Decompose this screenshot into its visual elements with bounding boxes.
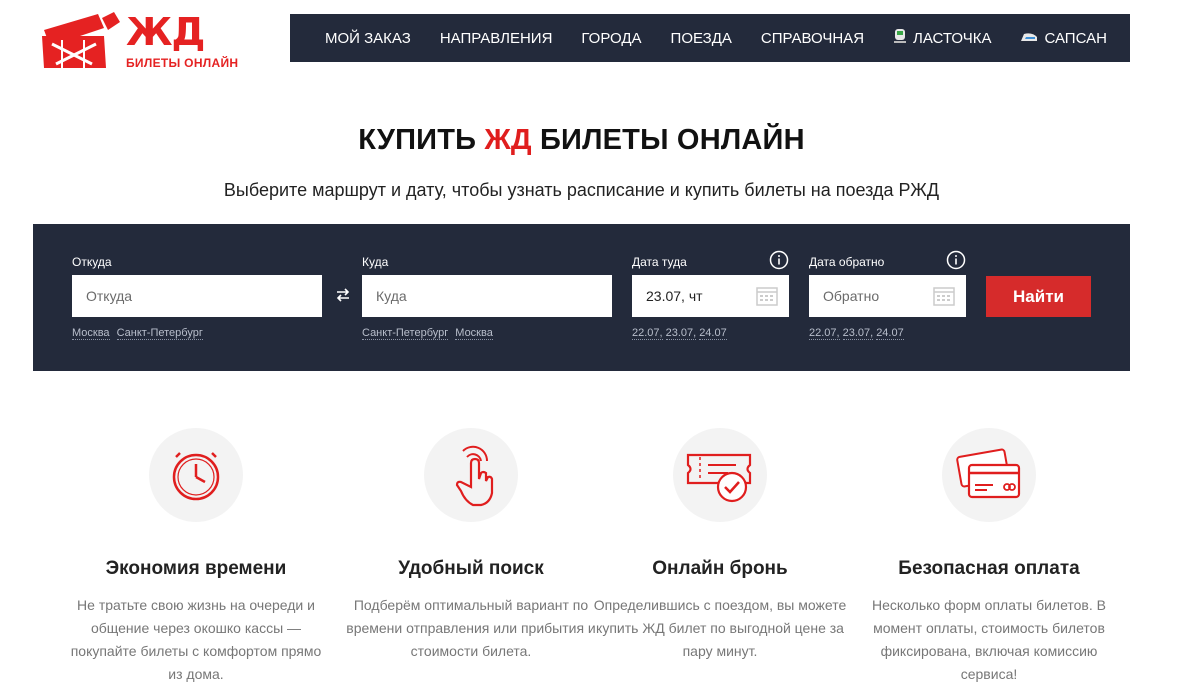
ticket-logo-icon [42, 12, 120, 68]
to-label: Куда [362, 255, 389, 269]
feature-title: Безопасная оплата [898, 558, 1080, 579]
feature-icon-circle [424, 428, 518, 522]
logo-tagline: БИЛЕТЫ ОНЛАЙН [126, 56, 239, 70]
date-there-quick-links: 22.07, 23.07, 24.07 [632, 327, 734, 340]
from-label: Откуда [72, 255, 112, 269]
feature-time-saving: Экономия времени Не тратьте свою жизнь н… [56, 428, 336, 686]
nav-item-label: МОЙ ЗАКАЗ [325, 29, 411, 47]
feature-online-booking: Онлайн бронь Определившись с поездом, вы… [580, 428, 860, 663]
nav-item-label: ЛАСТОЧКА [913, 29, 992, 47]
nav-item-label: СПРАВОЧНАЯ [760, 29, 865, 47]
nav-item-sapsan[interactable]: САПСАН [1020, 29, 1107, 47]
title-accent: ЖД [484, 124, 532, 156]
date-back-quick-links: 22.07, 23.07, 24.07 [809, 327, 911, 340]
search-panel: Откуда Москва Санкт-Петербург Куда Санкт-… [33, 224, 1130, 371]
quick-date[interactable]: 23.07, [842, 327, 874, 340]
date-there-label: Дата туда [632, 255, 687, 269]
logo-mark: ЖД [126, 10, 205, 54]
swap-arrows-icon [336, 288, 350, 302]
clock-icon [172, 452, 220, 501]
nav-item-trains[interactable]: ПОЕЗДА [671, 30, 732, 47]
quick-date[interactable]: 22.07, [809, 327, 840, 340]
nav-item-label: ПОЕЗДА [670, 29, 732, 47]
train-swallow-icon [893, 28, 907, 48]
nav-item-label: ГОРОДА [581, 29, 642, 47]
feature-title: Экономия времени [105, 558, 287, 579]
quick-link-spb[interactable]: Санкт-Петербург [116, 327, 203, 340]
quick-date[interactable]: 22.07, [632, 327, 663, 340]
nav-item-label: САПСАН [1044, 29, 1107, 47]
to-quick-links: Санкт-Петербург Москва [362, 327, 500, 340]
quick-link-spb[interactable]: Санкт-Петербург [362, 327, 449, 340]
feature-convenient-search: Удобный поиск Подберём оптимальный вариа… [331, 428, 611, 663]
feature-secure-payment: Безопасная оплата Несколько форм оплаты … [849, 428, 1129, 686]
feature-icon-circle [673, 428, 767, 522]
feature-icon-circle [149, 428, 243, 522]
info-icon[interactable] [946, 250, 966, 270]
quick-date[interactable]: 24.07 [876, 327, 904, 340]
feature-text: Не тратьте свою жизнь на очереди и общен… [70, 597, 322, 682]
nav-item-my-order[interactable]: МОЙ ЗАКАЗ [325, 30, 411, 47]
feature-text: Подберём оптимальный вариант по времени … [346, 597, 596, 659]
to-input[interactable] [362, 275, 612, 317]
credit-cards-icon [956, 448, 1021, 499]
feature-icon-circle [942, 428, 1036, 522]
title-part: БИЛЕТЫ ОНЛАЙН [531, 124, 805, 156]
site-logo[interactable]: ЖД БИЛЕТЫ ОНЛАЙН [42, 10, 242, 72]
quick-link-moscow[interactable]: Москва [455, 327, 493, 340]
ticket-check-icon [686, 453, 752, 503]
quick-date[interactable]: 23.07, [665, 327, 697, 340]
from-quick-links: Москва Санкт-Петербург [72, 327, 210, 340]
nav-item-label: НАПРАВЛЕНИЯ [439, 29, 553, 47]
nav-item-lastochka[interactable]: ЛАСТОЧКА [893, 28, 991, 48]
page-title: КУПИТЬ ЖД БИЛЕТЫ ОНЛАЙН [0, 124, 1163, 157]
calendar-icon[interactable] [756, 286, 778, 306]
nav-item-cities[interactable]: ГОРОДА [581, 30, 641, 47]
date-back-label: Дата обратно [809, 255, 885, 269]
swap-button[interactable] [331, 285, 355, 309]
nav-item-help[interactable]: СПРАВОЧНАЯ [761, 30, 864, 47]
train-sapsan-icon [1020, 30, 1038, 47]
feature-title: Удобный поиск [398, 558, 544, 579]
from-input[interactable] [72, 275, 322, 317]
calendar-icon[interactable] [933, 286, 955, 306]
quick-date[interactable]: 24.07 [699, 327, 727, 340]
main-nav: МОЙ ЗАКАЗ НАПРАВЛЕНИЯ ГОРОДА ПОЕЗДА СПРА… [290, 14, 1130, 62]
nav-item-directions[interactable]: НАПРАВЛЕНИЯ [440, 30, 553, 47]
quick-link-moscow[interactable]: Москва [72, 327, 110, 340]
feature-title: Онлайн бронь [652, 558, 788, 579]
page-subtitle: Выберите маршрут и дату, чтобы узнать ра… [223, 180, 940, 200]
title-part: КУПИТЬ [358, 124, 485, 156]
feature-text: Определившись с поездом, вы можете купит… [593, 597, 847, 659]
hand-pointer-icon [455, 445, 494, 507]
search-button[interactable]: Найти [986, 276, 1091, 317]
info-icon[interactable] [769, 250, 789, 270]
feature-text: Несколько форм оплаты билетов. В момент … [872, 597, 1106, 682]
